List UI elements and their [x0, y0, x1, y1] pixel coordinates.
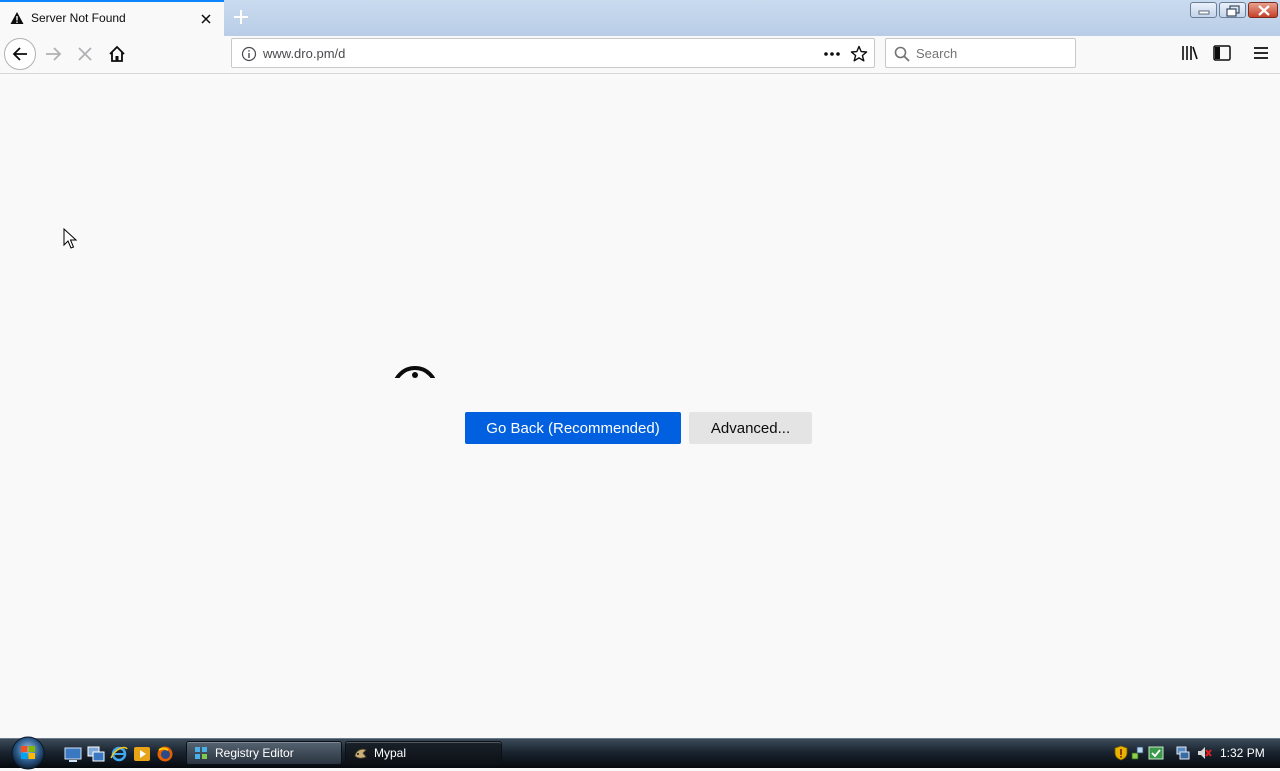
hamburger-menu-icon[interactable] [1250, 42, 1272, 64]
system-clock[interactable]: 1:32 PM [1220, 746, 1265, 760]
stop-icon[interactable] [69, 38, 101, 70]
library-icon[interactable] [1179, 42, 1201, 64]
sidebar-icon[interactable] [1211, 42, 1233, 64]
close-tab-icon[interactable] [199, 12, 213, 26]
url-text[interactable]: www.dro.pm/d [263, 46, 345, 61]
show-desktop-icon[interactable] [64, 745, 82, 763]
close-window-icon [1258, 5, 1270, 16]
info-icon[interactable] [241, 46, 257, 62]
registry-editor-icon [195, 747, 207, 759]
firefox-icon[interactable] [156, 745, 174, 763]
restore-icon [1226, 5, 1240, 17]
media-player-icon[interactable] [133, 745, 151, 763]
mypal-icon [354, 748, 367, 759]
go-back-button[interactable]: Go Back (Recommended) [465, 412, 681, 444]
bookmark-star-icon[interactable] [849, 44, 869, 64]
taskbar: Registry Editor Mypal 1:32 PM [0, 735, 1280, 771]
search-icon [894, 46, 910, 62]
url-bar[interactable]: www.dro.pm/d [231, 38, 875, 68]
close-window-button[interactable] [1248, 2, 1278, 18]
page-content: Go Back (Recommended) Advanced... [0, 74, 1280, 738]
security-shield-icon[interactable] [1113, 745, 1129, 761]
tab-server-not-found[interactable]: Server Not Found [0, 0, 224, 36]
network-connection-icon[interactable] [1175, 745, 1191, 761]
tab-title: Server Not Found [31, 11, 126, 25]
back-arrow-icon [12, 47, 27, 61]
home-icon[interactable] [101, 38, 133, 70]
back-button[interactable] [4, 38, 36, 70]
start-button-icon[interactable] [8, 735, 48, 771]
restore-button[interactable] [1219, 2, 1246, 18]
advanced-button[interactable]: Advanced... [689, 412, 812, 444]
volume-muted-icon[interactable] [1196, 745, 1212, 761]
taskbar-item-label: Mypal [374, 746, 407, 760]
search-input[interactable] [916, 44, 1066, 62]
nav-bar: www.dro.pm/d [0, 36, 1280, 74]
warning-icon [10, 12, 24, 24]
taskbar-item-registry-editor[interactable]: Registry Editor [186, 741, 342, 765]
page-actions-icon[interactable] [821, 45, 843, 63]
taskbar-item-mypal[interactable]: Mypal [345, 741, 502, 765]
minimize-button[interactable] [1190, 2, 1217, 18]
forward-arrow-icon[interactable] [38, 38, 70, 70]
minimize-icon [1198, 10, 1210, 15]
new-tab-icon[interactable] [230, 6, 252, 28]
search-bar[interactable] [885, 38, 1076, 68]
taskbar-item-label: Registry Editor [215, 746, 294, 760]
tab-strip: Server Not Found [0, 0, 1280, 36]
error-icon [390, 364, 440, 378]
switch-windows-icon[interactable] [87, 745, 105, 763]
mouse-cursor-icon [63, 228, 78, 249]
update-status-icon[interactable] [1148, 745, 1164, 761]
internet-explorer-icon[interactable] [110, 745, 128, 763]
network-status-icon[interactable] [1131, 745, 1147, 761]
